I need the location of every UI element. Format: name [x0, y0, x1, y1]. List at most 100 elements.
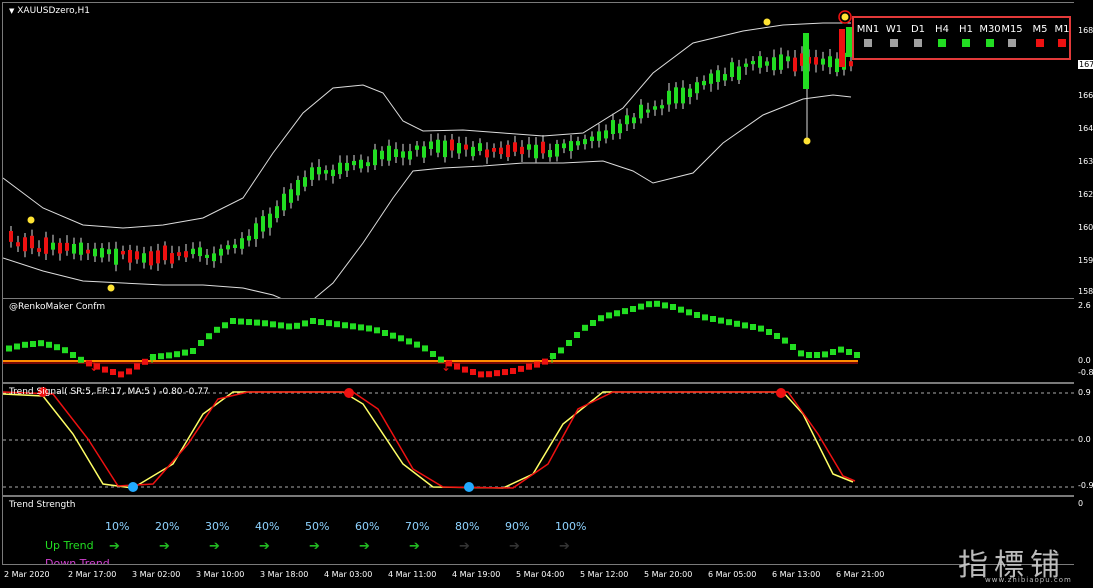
trend-signal-pane[interactable]: Trend Signal( SR:5, FP:17, MA:5 ) -0.80 … [2, 383, 1075, 496]
timeframe-status-square [890, 39, 898, 47]
strength-percent-label: 10% [105, 520, 130, 533]
strength-percent-label: 30% [205, 520, 230, 533]
renko-indicator-pane[interactable]: ↑ ↑ ↓ ↓ @RenkoMaker Confm [2, 298, 1075, 383]
signal-axis-label: 0.9 [1078, 388, 1091, 397]
timeframe-label: M5 [1032, 24, 1048, 35]
time-label: 6 Mar 13:00 [772, 570, 821, 579]
time-label: 2 Mar 2020 [4, 570, 50, 579]
time-label: 5 Mar 12:00 [580, 570, 629, 579]
up-trend-arrow-icon: ➔ [209, 539, 220, 554]
strength-percent-label: 80% [455, 520, 480, 533]
price-label: 166 [1078, 91, 1093, 100]
timeframe-label: W1 [885, 24, 903, 35]
strength-axis-label: 0 [1078, 499, 1084, 508]
price-label: 160 [1078, 223, 1093, 232]
timeframe-cell-w1: W1 [882, 24, 906, 47]
up-trend-arrow-icon: ➔ [509, 539, 520, 554]
trend-strength-pane[interactable]: Trend Strength 10% 20% 30% 40% 50% 60% 70% 80% 9… [2, 496, 1075, 565]
renko-axis-label: 2.6 [1078, 301, 1091, 310]
trend-strength-axis[interactable]: 0 [1074, 496, 1093, 565]
timeframe-label: M30 [979, 24, 1001, 35]
timeframe-status-square [986, 39, 994, 47]
strength-percent-label: 50% [305, 520, 330, 533]
renko-axis[interactable]: 2.6 0.0 -0.8 [1074, 298, 1093, 383]
timeframe-status-square [1036, 39, 1044, 47]
timeframe-cell-m1: M1 [1050, 24, 1074, 47]
price-label: 164 [1078, 124, 1093, 133]
strength-percent-label: 90% [505, 520, 530, 533]
time-label: 6 Mar 05:00 [708, 570, 757, 579]
strength-percent-label: 60% [355, 520, 380, 533]
svg-text:↓: ↓ [89, 360, 99, 374]
price-label: 167 [1078, 60, 1093, 69]
strength-percent-label: 70% [405, 520, 430, 533]
chart-symbol-label: XAUUSDzero,H1 [17, 6, 91, 16]
timeframe-status-square [914, 39, 922, 47]
timeframe-cell-m15: M15 [1000, 24, 1024, 47]
timeframe-label: H1 [959, 24, 973, 35]
time-label: 4 Mar 11:00 [388, 570, 437, 579]
time-label: 4 Mar 03:00 [324, 570, 373, 579]
time-label: 3 Mar 02:00 [132, 570, 181, 579]
timeframe-status-square [938, 39, 946, 47]
timeframe-label: MN1 [856, 24, 880, 35]
price-axis[interactable]: 168 167 166 164 163 162 160 159 158 [1074, 2, 1093, 299]
price-label: 159 [1078, 256, 1093, 265]
up-trend-arrow-icon: ➔ [359, 539, 370, 554]
timeframe-status-square [1058, 39, 1066, 47]
svg-text:↓: ↓ [441, 360, 451, 374]
renko-axis-label: -0.8 [1078, 368, 1093, 377]
up-trend-arrow-icon: ➔ [259, 539, 270, 554]
down-trend-label: Down Trend [45, 557, 110, 565]
strength-percent-label: 20% [155, 520, 180, 533]
up-trend-arrow-icon: ➔ [409, 539, 420, 554]
timeframe-cell-m5: M5 [1028, 24, 1052, 47]
time-label: 6 Mar 21:00 [836, 570, 885, 579]
up-trend-arrow-icon: ➔ [559, 539, 570, 554]
timeframe-cell-m30: M30 [978, 24, 1002, 47]
signal-axis-label: 0.0 [1078, 435, 1091, 444]
timeframe-label: M15 [1001, 24, 1023, 35]
price-label: 158 [1078, 287, 1093, 296]
time-label: 3 Mar 10:00 [196, 570, 245, 579]
time-axis[interactable]: 2 Mar 2020 2 Mar 17:00 3 Mar 02:00 3 Mar 10… [0, 565, 1093, 588]
price-label: 162 [1078, 190, 1093, 199]
watermark-url: www.zhibiaopu.com [985, 576, 1072, 584]
timeframe-status-square [864, 39, 872, 47]
up-trend-arrow-icon: ➔ [159, 539, 170, 554]
price-label: 168 [1078, 26, 1093, 35]
time-label: 5 Mar 20:00 [644, 570, 693, 579]
chart-title: ▼ XAUUSDzero,H1 [9, 6, 90, 16]
signal-axis-label: -0.9 [1078, 481, 1093, 490]
timeframe-cell-mn1: MN1 [856, 24, 880, 47]
renko-canvas: ↑ ↑ ↓ ↓ [3, 300, 860, 378]
timeframe-cell-h1: H1 [954, 24, 978, 47]
price-label: 163 [1078, 157, 1093, 166]
strength-percent-label: 100% [555, 520, 587, 533]
svg-text:↑: ↑ [547, 352, 557, 366]
renko-axis-label: 0.0 [1078, 356, 1091, 365]
timeframe-status-square [1008, 39, 1016, 47]
up-trend-arrow-icon: ➔ [109, 539, 120, 554]
timeframe-label: M1 [1054, 24, 1070, 35]
trend-signal-canvas [3, 387, 1074, 492]
time-label: 3 Mar 18:00 [260, 570, 309, 579]
timeframe-status-square [962, 39, 970, 47]
timeframe-label: D1 [910, 24, 926, 35]
svg-text:↑: ↑ [147, 352, 157, 366]
timeframe-dashboard: MN1 W1 D1 H4 H1 M30 M15 M5 M1 [852, 16, 1071, 60]
trend-signal-title: Trend Signal( SR:5, FP:17, MA:5 ) -0.80 … [9, 387, 209, 397]
chart-menu-triangle-icon[interactable]: ▼ [9, 7, 14, 15]
timeframe-cell-h4: H4 [930, 24, 954, 47]
up-trend-label: Up Trend [45, 539, 94, 552]
time-label: 5 Mar 04:00 [516, 570, 565, 579]
trend-strength-title: Trend Strength [9, 500, 76, 510]
timeframe-label: H4 [935, 24, 949, 35]
up-trend-arrow-icon: ➔ [309, 539, 320, 554]
time-label: 2 Mar 17:00 [68, 570, 117, 579]
trend-signal-axis[interactable]: 0.9 0.0 -0.9 [1074, 383, 1093, 496]
time-label: 4 Mar 19:00 [452, 570, 501, 579]
strength-percent-label: 40% [255, 520, 280, 533]
renko-title: @RenkoMaker Confm [9, 302, 106, 312]
timeframe-cell-d1: D1 [906, 24, 930, 47]
